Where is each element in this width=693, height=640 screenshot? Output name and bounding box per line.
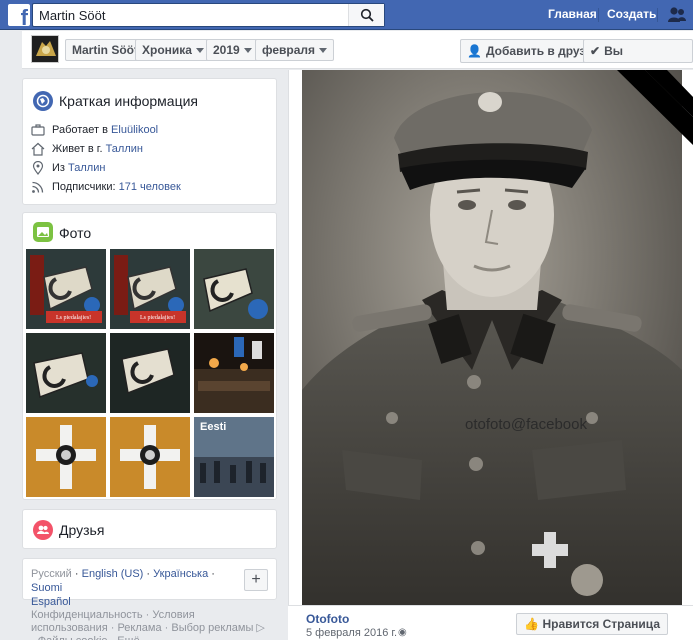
post-author-link[interactable]: Otofoto <box>306 612 349 626</box>
friends-icon <box>33 520 53 540</box>
profile-avatar[interactable] <box>31 35 59 63</box>
photo-thumbnail[interactable] <box>194 333 274 413</box>
intro-title: Краткая информация <box>59 93 198 109</box>
followers-prefix: Подписчики: <box>52 181 119 193</box>
photo-thumbnail[interactable] <box>194 249 274 329</box>
photo-thumbnail[interactable]: Ls piedalajies! <box>110 249 190 329</box>
photo-thumbnail[interactable] <box>26 333 106 413</box>
year-label: 2019 <box>213 43 240 57</box>
photo-caption: Ls piedalajies! <box>56 315 92 321</box>
profile-name[interactable]: Martin Sööt <box>72 43 138 57</box>
add-language-button[interactable]: + <box>244 569 268 591</box>
photo-caption: Ls piedalajies! <box>140 315 176 321</box>
language-link[interactable]: Українська <box>153 568 208 580</box>
location-pin-icon <box>32 161 44 175</box>
timeline-dropdown[interactable]: Хроника <box>135 39 211 61</box>
top-navigation-bar: f Martin Sööt Главная Создать <box>0 0 693 30</box>
post-timestamp[interactable]: 5 февраля 2016 г. · <box>306 627 404 639</box>
photos-title: Фото <box>59 225 92 241</box>
current-language: Русский <box>31 568 72 580</box>
work-prefix: Работает в <box>52 124 112 136</box>
photos-icon <box>33 222 53 242</box>
facebook-logo-icon[interactable]: f <box>8 4 30 29</box>
intro-card: Краткая информация Работает в Eluülikool… <box>22 78 277 205</box>
like-page-label: Нравится Страница <box>542 617 660 631</box>
globe-icon <box>33 91 53 111</box>
post-footer: Otofoto 5 февраля 2016 г. · ◉ 👍 Нравится… <box>288 605 693 640</box>
footer-links[interactable]: Конфиденциальность · Условия использован… <box>31 609 271 640</box>
profile-name-crumb[interactable]: Martin Sööt <box>65 39 145 61</box>
friend-requests-icon[interactable] <box>667 5 687 25</box>
photos-card: Фото Ls piedalajies! Ls piedalajies! Ees… <box>22 212 277 500</box>
thumbs-up-icon: 👍 <box>524 617 543 631</box>
work-link[interactable]: Eluülikool <box>111 124 158 136</box>
post-photo-area: otofoto@facebook <box>288 70 693 605</box>
photo-tile-text: Eesti <box>200 421 227 433</box>
like-page-button[interactable]: 👍 Нравится Страница <box>516 613 668 635</box>
home-icon <box>31 142 45 156</box>
friends-title: Друзья <box>59 522 105 538</box>
create-link[interactable]: Создать <box>607 7 656 21</box>
check-icon: ✔ <box>590 44 601 58</box>
timeline-label: Хроника <box>142 43 192 57</box>
language-link[interactable]: Suomi <box>31 582 62 594</box>
mourning-ribbon-icon <box>617 70 693 146</box>
search-icon <box>360 8 374 22</box>
language-list: Русский · English (US) · Українська · Su… <box>31 568 215 608</box>
search-input[interactable]: Martin Sööt <box>32 3 385 27</box>
chevron-down-icon <box>243 48 252 54</box>
language-link[interactable]: English (US) <box>82 568 144 580</box>
search-button[interactable] <box>348 4 384 26</box>
add-friend-icon: 👤 <box>467 44 482 58</box>
nav-divider <box>598 8 599 22</box>
public-globe-icon: ◉ <box>398 627 407 638</box>
photo-thumbnail[interactable] <box>26 417 106 497</box>
photo-thumbnail[interactable] <box>110 333 190 413</box>
photo-thumbnail[interactable]: Eesti <box>194 417 274 497</box>
profile-header-strip: Martin Sööt Хроника 2019 февраля 👤 Добави… <box>22 31 693 80</box>
chevron-down-icon <box>195 48 204 54</box>
photo-thumbnail[interactable] <box>110 417 190 497</box>
search-input-value[interactable]: Martin Sööt <box>39 8 105 23</box>
from-link[interactable]: Таллин <box>68 162 105 174</box>
year-dropdown[interactable]: 2019 <box>206 39 259 61</box>
language-link[interactable]: Español <box>31 596 71 608</box>
lives-prefix: Живет в г. <box>52 143 106 155</box>
month-label: февраля <box>262 43 316 57</box>
chevron-down-icon <box>319 48 328 54</box>
month-dropdown[interactable]: февраля <box>255 39 335 61</box>
lives-link[interactable]: Таллин <box>106 143 143 155</box>
home-link[interactable]: Главная <box>548 7 597 21</box>
photo-thumbnail[interactable]: Ls piedalajies! <box>26 249 106 329</box>
followers-link[interactable]: 171 человек <box>119 181 181 193</box>
languages-card: Русский · English (US) · Українська · Su… <box>22 558 277 608</box>
photo-watermark: otofoto@facebook <box>465 416 587 433</box>
briefcase-icon <box>31 124 45 136</box>
nav-divider <box>657 8 658 22</box>
following-button[interactable]: ✔Вы подписаны <box>583 39 693 80</box>
from-prefix: Из <box>52 162 69 174</box>
rss-icon <box>32 181 44 193</box>
friends-card: Друзья <box>22 509 277 549</box>
